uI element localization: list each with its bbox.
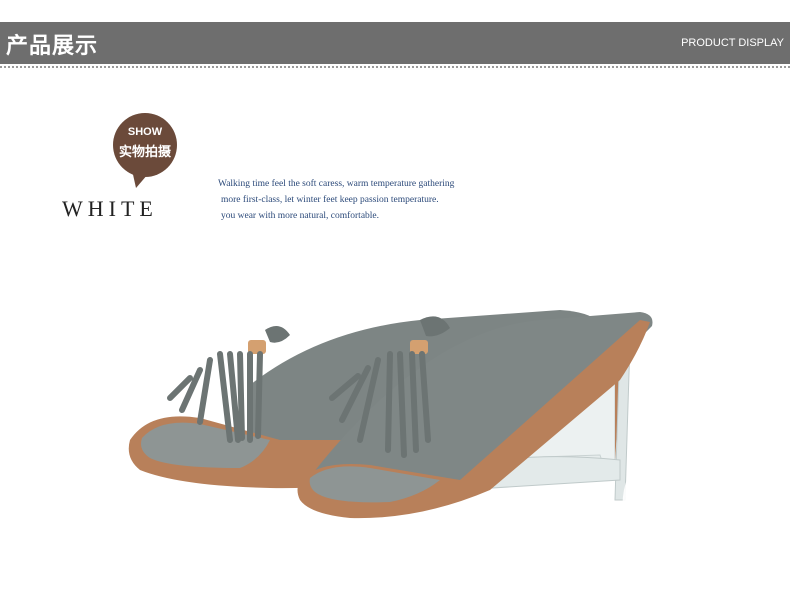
badge-photo-text: 实物拍摄: [118, 145, 171, 160]
section-title: 产品展示: [6, 34, 99, 59]
header-divider: [0, 66, 790, 68]
description-line: you wear with more natural, comfortable.: [221, 211, 380, 221]
section-subtitle: PRODUCT DISPLAY: [681, 37, 784, 49]
badge-show-text: SHOW: [127, 126, 163, 138]
seal-text-1: 专柜正品: [676, 523, 724, 536]
seal-text-2: 仿冒必究: [676, 539, 724, 552]
product-description: Walking time feel the soft caress, warm …: [218, 176, 518, 224]
authenticity-seal: 专柜正品 仿冒必究: [620, 425, 780, 589]
section-header: 产品展示 PRODUCT DISPLAY: [0, 22, 790, 64]
description-line: more first-class, let winter feet keep p…: [221, 195, 439, 205]
product-photo: [128, 310, 653, 519]
show-badge: SHOW 实物拍摄: [110, 112, 180, 196]
color-name: WHITE: [62, 196, 158, 221]
seal-logo-icon: [622, 427, 778, 583]
description-line: Walking time feel the soft caress, warm …: [218, 179, 455, 189]
